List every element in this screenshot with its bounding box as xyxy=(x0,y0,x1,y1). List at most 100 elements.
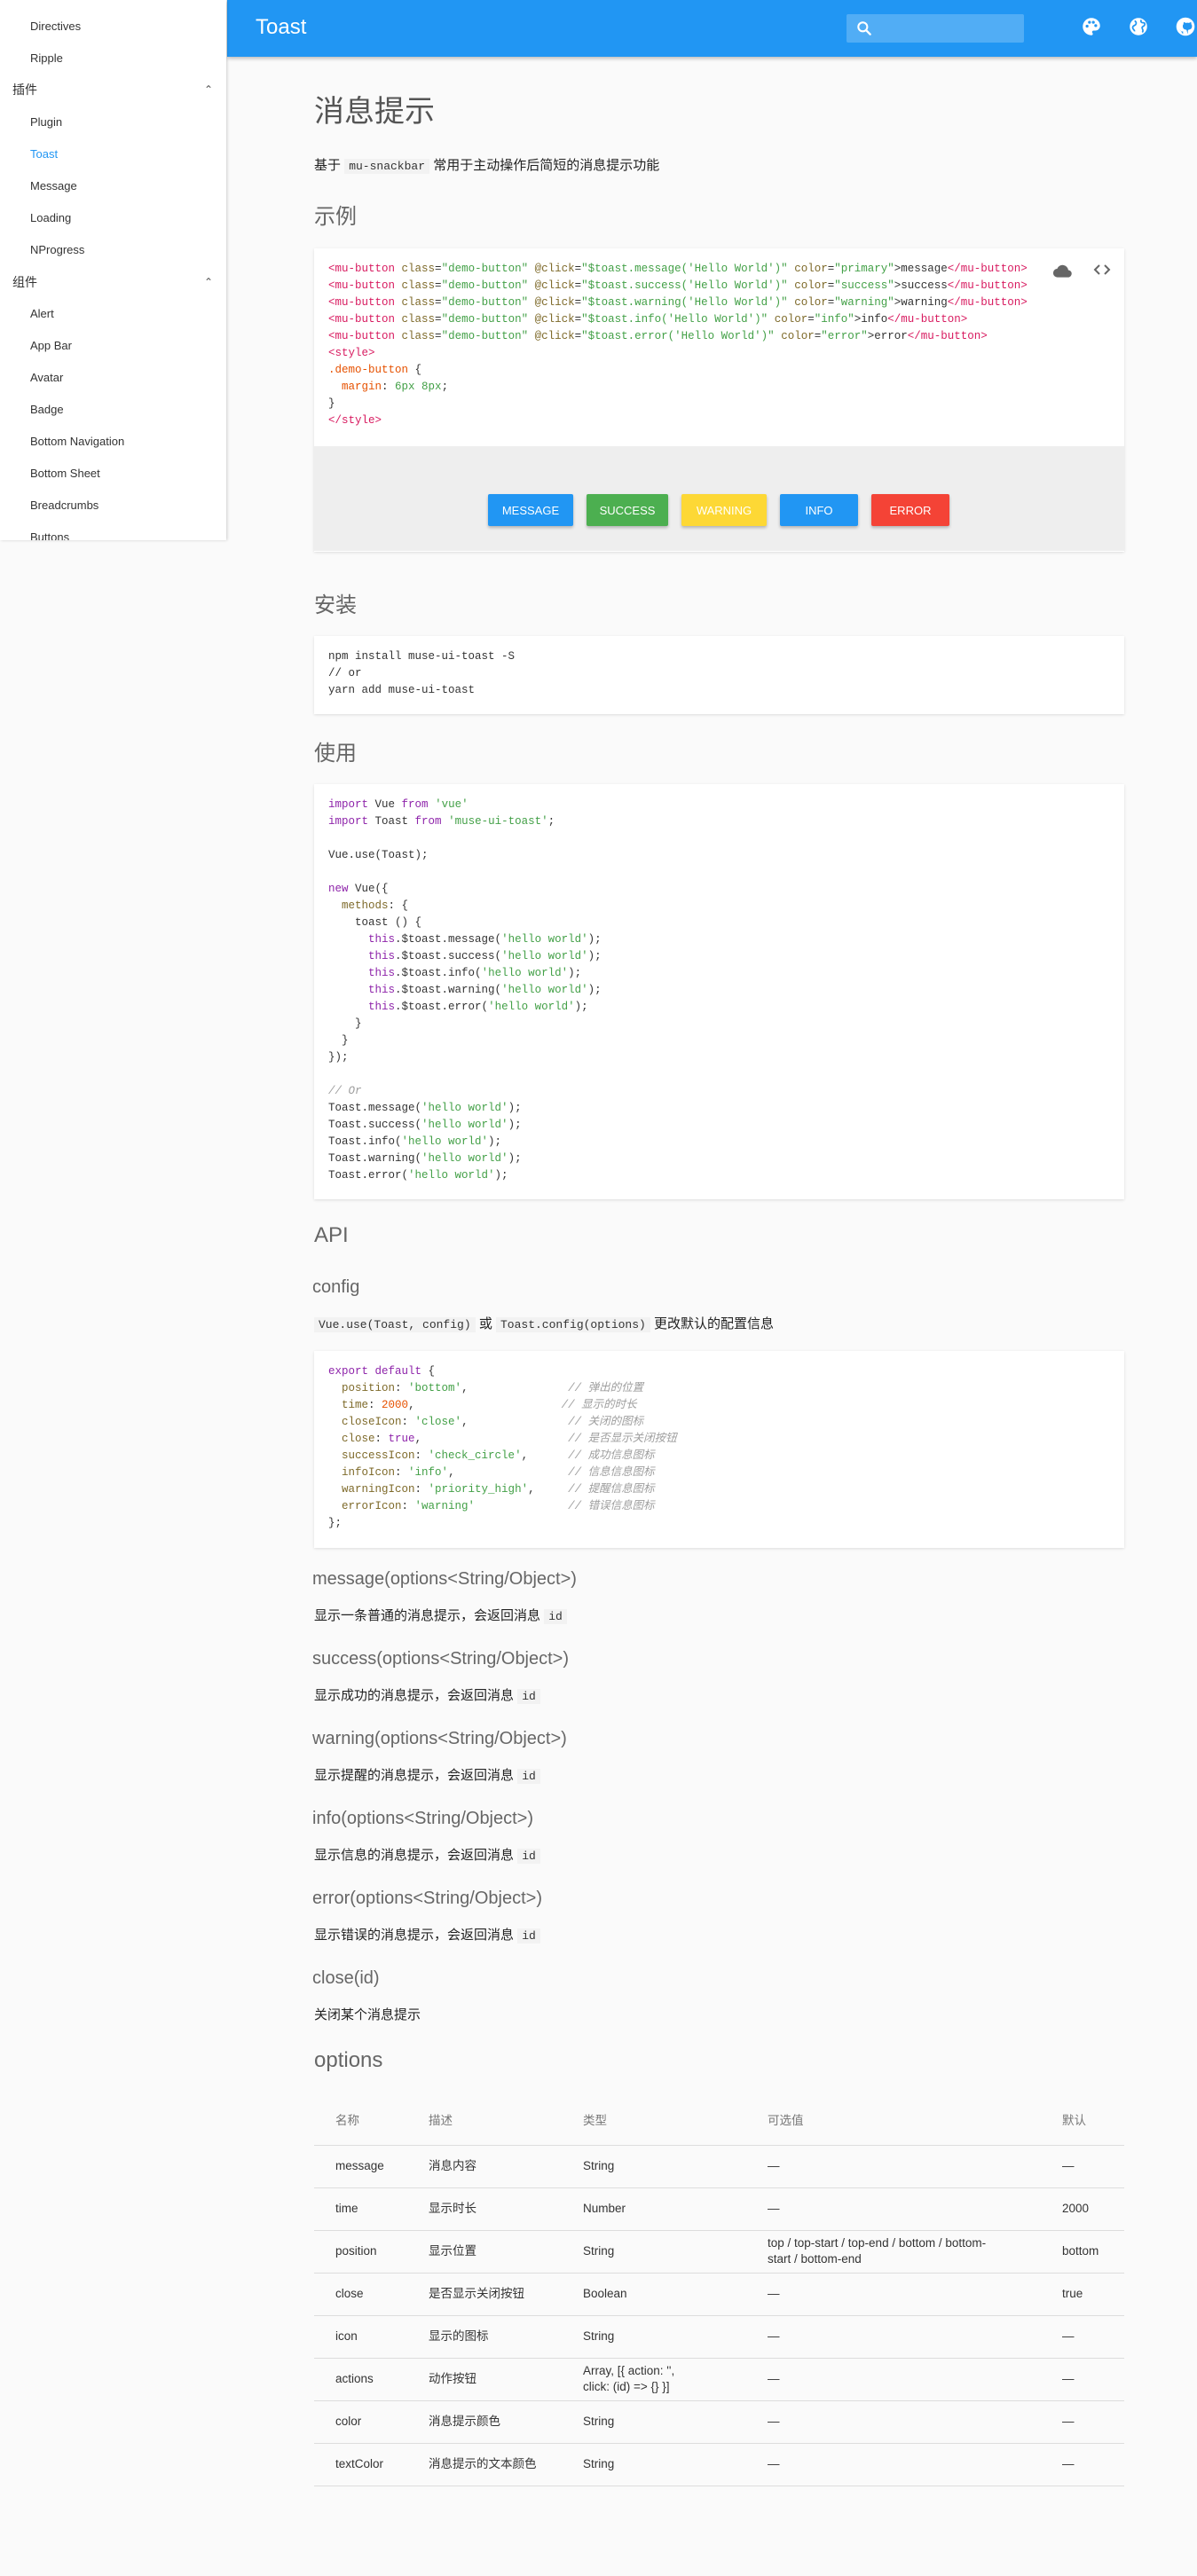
example-heading: 示例 xyxy=(314,205,357,229)
cell-values: — xyxy=(746,2315,1041,2359)
success-button[interactable]: success xyxy=(587,494,668,526)
method-success-heading: success(options<String/Object>) xyxy=(312,1649,570,1669)
cell-values: — xyxy=(746,2358,1041,2401)
github-icon[interactable] xyxy=(1174,15,1197,38)
cell-default: bottom xyxy=(1041,2230,1124,2274)
cell-values: — xyxy=(746,2443,1041,2486)
cell-name: time xyxy=(314,2187,407,2231)
search-input[interactable] xyxy=(847,14,1024,43)
page-title: 消息提示 xyxy=(314,95,435,129)
cell-type: Number xyxy=(562,2187,746,2231)
cell-name: message xyxy=(314,2145,407,2188)
config-code: export default { position: 'bottom', // … xyxy=(328,1365,677,1529)
method-info-heading: info(options<String/Object>) xyxy=(312,1809,534,1828)
cell-desc: 消息提示的文本颜色 xyxy=(407,2443,562,2486)
table-header-row: 名称 描述 类型 可选值 默认 xyxy=(314,2093,1124,2146)
table-row: message 消息内容 String — — xyxy=(314,2145,1124,2188)
warning-button[interactable]: warning xyxy=(681,494,767,526)
options-table: 名称 描述 类型 可选值 默认 message 消息内容 String — — time… xyxy=(314,2093,1124,2486)
message-button[interactable]: message xyxy=(488,494,573,526)
cell-type: String xyxy=(562,2315,746,2359)
cell-default: — xyxy=(1041,2315,1124,2359)
install-code: npm install muse-ui-toast -S // or yarn … xyxy=(328,650,516,696)
cell-values: — xyxy=(746,2400,1041,2444)
code-icon[interactable] xyxy=(1091,259,1113,280)
search-icon xyxy=(857,21,871,35)
sidebar-item-bottom-navigation[interactable]: Bottom Navigation xyxy=(30,434,124,450)
cell-name: position xyxy=(314,2230,407,2274)
sidebar-item-avatar[interactable]: Avatar xyxy=(30,370,63,386)
api-heading: API xyxy=(314,1223,349,1247)
sidebar-item-badge[interactable]: Badge xyxy=(30,402,64,418)
cell-default: — xyxy=(1041,2400,1124,2444)
cell-type: String xyxy=(562,2145,746,2188)
method-success-desc: 显示成功的消息提示，会返回消息 id xyxy=(314,1687,540,1706)
demo-area: message success warning info error xyxy=(314,446,1124,551)
cell-values: — xyxy=(746,2145,1041,2188)
method-message-desc: 显示一条普通的消息提示，会返回消息 id xyxy=(314,1607,567,1626)
column-header: 可选值 xyxy=(746,2093,1041,2146)
cell-desc: 是否显示关闭按钮 xyxy=(407,2273,562,2316)
language-icon[interactable] xyxy=(1127,15,1150,38)
usage-code: import Vue from 'vue' import Toast from … xyxy=(328,798,602,1182)
cell-type: String xyxy=(562,2400,746,2444)
palette-icon[interactable] xyxy=(1080,15,1103,38)
cell-type: Boolean xyxy=(562,2273,746,2316)
sidebar-item-alert[interactable]: Alert xyxy=(30,306,54,322)
example-code-block: <mu-button class="demo-button" @click="$… xyxy=(314,248,1124,552)
info-button[interactable]: info xyxy=(780,494,858,526)
config-code-block: export default { position: 'bottom', // … xyxy=(314,1351,1124,1548)
sidebar-group-components[interactable]: 组件 ⌃ xyxy=(12,274,213,290)
column-header: 描述 xyxy=(407,2093,562,2146)
cell-default: — xyxy=(1041,2443,1124,2486)
error-button[interactable]: error xyxy=(871,494,949,526)
table-row: close 是否显示关闭按钮 Boolean — true xyxy=(314,2273,1124,2316)
cell-values: — xyxy=(746,2187,1041,2231)
cloud-icon[interactable] xyxy=(1051,259,1075,282)
sidebar: Directives Ripple 插件 ⌃ Plugin Toast Messa… xyxy=(0,0,226,540)
chevron-up-icon: ⌃ xyxy=(203,83,213,96)
method-error-heading: error(options<String/Object>) xyxy=(312,1889,543,1908)
sidebar-item-app-bar[interactable]: App Bar xyxy=(30,338,72,354)
options-heading: options xyxy=(314,2048,383,2072)
app-title: Toast xyxy=(256,15,307,39)
column-header: 名称 xyxy=(314,2093,407,2146)
install-code-block: npm install muse-ui-toast -S // or yarn … xyxy=(314,636,1124,714)
sidebar-item-message[interactable]: Message xyxy=(30,178,77,194)
cell-desc: 消息提示颜色 xyxy=(407,2400,562,2444)
cell-default: — xyxy=(1041,2358,1124,2401)
method-error-desc: 显示错误的消息提示，会返回消息 id xyxy=(314,1927,540,1945)
cell-type: String xyxy=(562,2443,746,2486)
cell-default: 2000 xyxy=(1041,2187,1124,2231)
usage-heading: 使用 xyxy=(314,742,357,766)
table-row: textColor 消息提示的文本颜色 String — — xyxy=(314,2443,1124,2486)
method-info-desc: 显示信息的消息提示，会返回消息 id xyxy=(314,1847,540,1865)
cell-name: textColor xyxy=(314,2443,407,2486)
sidebar-group-plugins[interactable]: 插件 ⌃ xyxy=(12,82,213,98)
sidebar-item-directives[interactable]: Directives xyxy=(30,19,81,35)
cell-default: true xyxy=(1041,2273,1124,2316)
cell-type: Array, [{ action: '', click: (id) => {} … xyxy=(562,2358,746,2401)
cell-type: String xyxy=(562,2230,746,2274)
cell-name: icon xyxy=(314,2315,407,2359)
sidebar-group-label: 组件 xyxy=(12,275,37,289)
cell-name: color xyxy=(314,2400,407,2444)
cell-default: — xyxy=(1041,2145,1124,2188)
sidebar-item-buttons[interactable]: Buttons xyxy=(30,530,69,540)
cell-desc: 显示位置 xyxy=(407,2230,562,2274)
cell-values: — xyxy=(746,2273,1041,2316)
cell-desc: 显示时长 xyxy=(407,2187,562,2231)
config-heading: config xyxy=(312,1277,360,1297)
sidebar-item-breadcrumbs[interactable]: Breadcrumbs xyxy=(30,498,98,514)
column-header: 类型 xyxy=(562,2093,746,2146)
sidebar-item-plugin[interactable]: Plugin xyxy=(30,114,62,130)
cell-values: top / top-start / top-end / bottom / bot… xyxy=(746,2230,1041,2274)
sidebar-item-bottom-sheet[interactable]: Bottom Sheet xyxy=(30,466,100,482)
cell-name: close xyxy=(314,2273,407,2316)
sidebar-item-loading[interactable]: Loading xyxy=(30,210,71,226)
app-bar: Toast xyxy=(227,0,1197,57)
sidebar-item-ripple[interactable]: Ripple xyxy=(30,51,63,67)
column-header: 默认 xyxy=(1041,2093,1124,2146)
sidebar-item-toast[interactable]: Toast xyxy=(30,146,58,162)
sidebar-item-nprogress[interactable]: NProgress xyxy=(30,242,84,258)
